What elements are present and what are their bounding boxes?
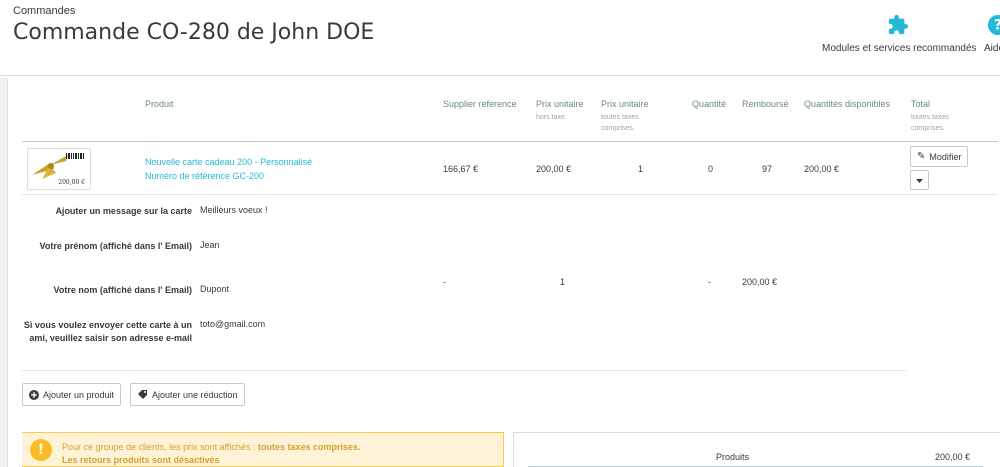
col-header-total-sub1: toutes taxes — [911, 114, 949, 121]
content-area: Produit Supplier reference Prix unitaire… — [0, 78, 1000, 467]
product-reference: Numéro de référence GC-200 — [145, 171, 265, 181]
help-label: Aide — [984, 43, 1000, 54]
custom-field-value: Meilleurs voeux ! — [200, 205, 268, 215]
modules-label: Modules et services recommandés — [822, 43, 977, 54]
caret-down-icon — [916, 179, 923, 183]
modify-label: Modifier — [929, 151, 962, 162]
col-header-total-label: Total — [911, 99, 931, 109]
product-refunded: 97 — [762, 164, 773, 174]
col-header-available: Quantités disponibles — [804, 99, 891, 109]
summary-products-value: 200,00 € — [935, 452, 971, 462]
modify-dropdown-toggle[interactable] — [910, 170, 929, 190]
custom-field-label: Votre nom (affiché dans l' Email) — [53, 285, 193, 295]
custom-field-value: Dupont — [200, 284, 230, 294]
modules-button[interactable]: Modules et services recommandés — [822, 14, 977, 54]
col-header-supplier-ref: Supplier reference — [443, 99, 517, 109]
col-header-unit-price-ttc: Prix unitaire toutes taxes comprises. — [601, 98, 649, 134]
custom-fields-divider — [22, 370, 906, 371]
order-products-panel: Produit Supplier reference Prix unitaire… — [7, 78, 1000, 467]
col-header-quantity: Quantité — [692, 99, 727, 109]
add-discount-button[interactable]: Ajouter une réduction — [130, 383, 245, 406]
alert-line1-prefix: Pour ce groupe de clients, les prix sont… — [62, 442, 258, 452]
summary-products-label: Produits — [716, 452, 750, 462]
plus-circle-icon — [29, 389, 39, 400]
col-header-unit-price-label: Prix unitaire — [536, 99, 584, 109]
product-name-link[interactable]: Nouvelle carte cadeau 200 - Personnalisé — [145, 157, 312, 167]
alert-line2: Les retours produits sont désactivés — [62, 455, 220, 465]
product-unit-price: 200,00 € — [536, 164, 572, 174]
custom-field-value: toto@gmail.com — [200, 319, 266, 329]
tag-icon — [138, 390, 147, 399]
product-unit-price-ttc: 1 — [638, 164, 644, 174]
thumbnail-price: 200,00 € — [58, 179, 85, 186]
svg-text:?: ? — [994, 18, 1000, 34]
col-header-unit-price-ttc-sub2: comprises. — [601, 125, 635, 132]
add-discount-label: Ajouter une réduction — [152, 389, 238, 400]
breadcrumb[interactable]: Commandes — [13, 5, 75, 17]
warning-icon: ! — [30, 439, 52, 461]
add-product-button[interactable]: Ajouter un produit — [22, 383, 122, 406]
help-button[interactable]: ? Aide — [984, 14, 1000, 54]
custom-row-dash: - — [708, 277, 711, 287]
col-header-unit-price: Prix unitaire hors taxe. — [536, 98, 584, 123]
custom-row-quantity: 1 — [560, 277, 566, 287]
pencil-icon: ✎ — [917, 151, 926, 162]
custom-field-label: Votre prénom (affiché dans l' Email) — [39, 241, 192, 251]
custom-field-label: Ajouter un message sur la carte — [55, 206, 192, 216]
col-header-refunded: Remboursé — [742, 99, 789, 109]
product-quantity: 0 — [708, 164, 714, 174]
col-header-unit-price-sub: hors taxe. — [536, 114, 567, 121]
product-row-divider — [22, 194, 998, 195]
col-header-total-sub2: comprises. — [911, 125, 945, 132]
col-header-total: Total toutes taxes comprises. — [911, 98, 949, 134]
help-icon: ? — [987, 14, 1000, 36]
modify-button[interactable]: ✎ Modifier — [910, 146, 969, 167]
puzzle-icon — [888, 14, 909, 35]
product-available: 200,00 € — [804, 164, 840, 174]
order-summary-panel: Produits 200,00 € — [513, 432, 1000, 467]
col-header-product: Produit — [145, 99, 174, 109]
alert-text: Pour ce groupe de clients, les prix sont… — [62, 441, 361, 467]
col-header-unit-price-ttc-label: Prix unitaire — [601, 99, 649, 109]
custom-row-amount: 200,00 € — [742, 277, 778, 287]
custom-field-value: Jean — [200, 240, 220, 250]
custom-row-supplier-ref: - — [443, 277, 446, 287]
custom-field-label: Si vous voulez envoyer cette carte à un … — [23, 320, 192, 343]
product-supplier-ref: 166,67 € — [443, 164, 479, 174]
product-thumbnail: 200,00 € — [27, 148, 91, 190]
page-header: Commandes Commande CO-280 de John DOE Mo… — [0, 0, 1000, 76]
page-title: Commande CO-280 de John DOE — [13, 20, 375, 45]
tax-info-alert: ! Pour ce groupe de clients, les prix so… — [22, 432, 504, 467]
alert-line1-bold: toutes taxes comprises. — [257, 442, 361, 452]
header-divider — [22, 141, 998, 142]
col-header-unit-price-ttc-sub1: toutes taxes — [601, 114, 639, 121]
add-product-label: Ajouter un produit — [43, 389, 115, 400]
